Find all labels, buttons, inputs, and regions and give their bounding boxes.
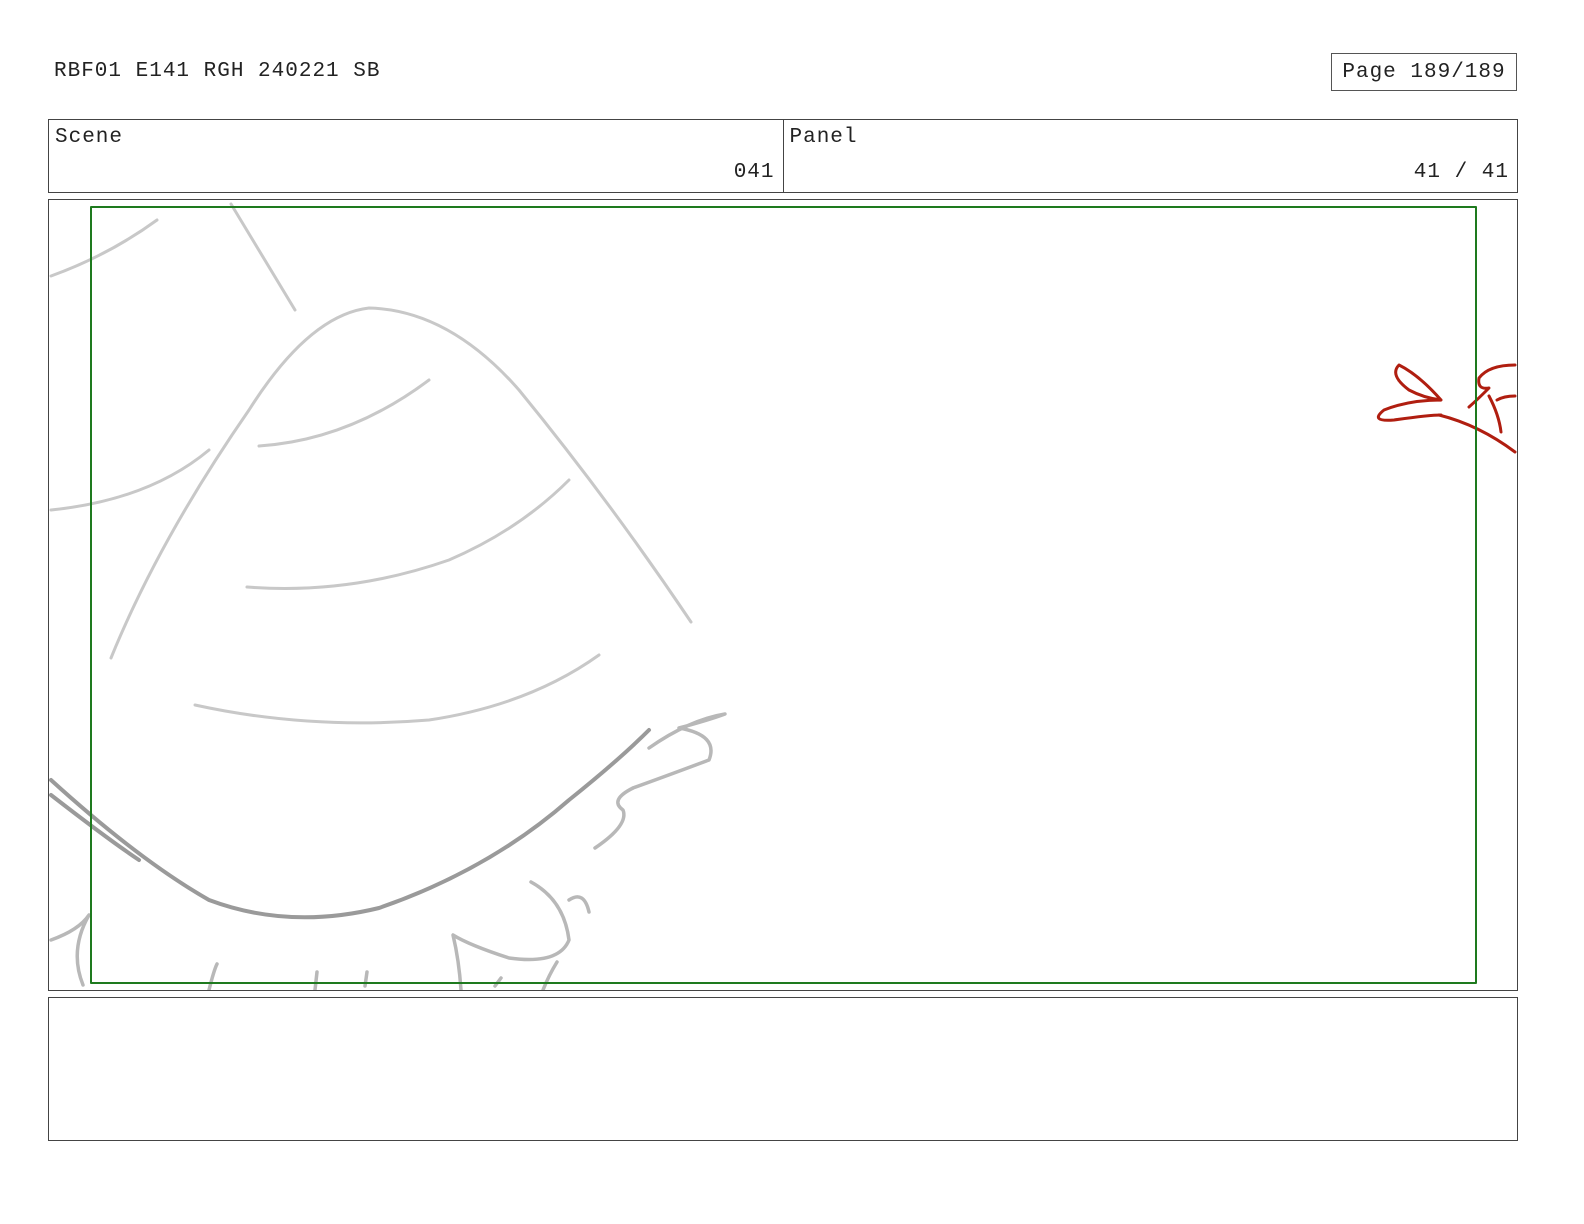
panel-number: 41 / 41 [1413,161,1509,184]
scene-panel-info-row: Scene 041 Panel 41 / 41 [48,119,1518,193]
panel-notes-box [48,997,1518,1141]
storyboard-drawing-frame [48,199,1518,991]
panel-cell: Panel 41 / 41 [782,120,1518,192]
scene-cell: Scene 041 [49,120,783,192]
safe-area-frame [90,206,1477,984]
sketch-drawing [49,202,1517,990]
red-sketch-lines [1376,363,1517,454]
scene-label: Scene [55,126,124,149]
document-title: RBF01 E141 RGH 240221 SB [54,60,381,83]
page-number-box: Page 189/189 [1331,53,1517,91]
dark-sketch-lines [49,728,651,920]
gray-sketch-lines [49,202,693,725]
panel-label: Panel [789,126,858,149]
scene-number: 041 [733,161,775,184]
